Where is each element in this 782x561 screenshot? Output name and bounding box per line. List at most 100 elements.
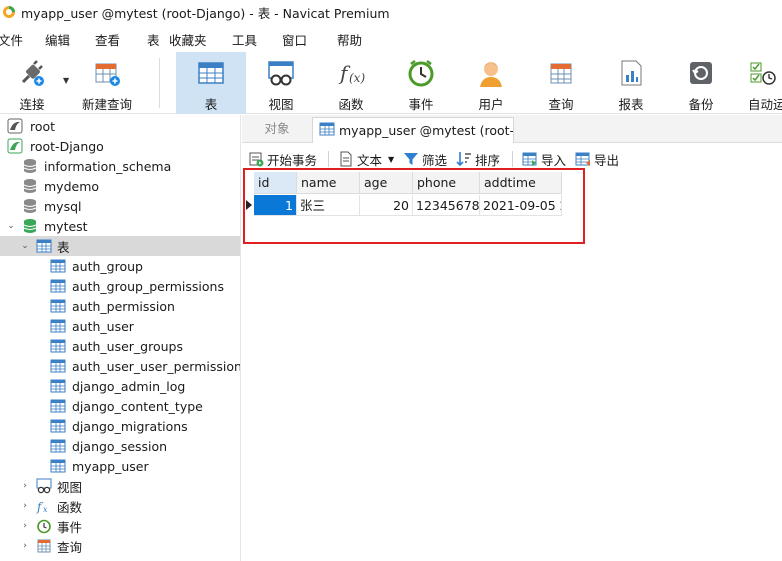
report-button[interactable]: 报表 <box>604 52 658 114</box>
connect-dropdown-arrow-icon[interactable]: ▼ <box>63 76 69 85</box>
tree-item-table[interactable]: django_migrations <box>0 416 240 436</box>
cell-phone[interactable]: 123456789 <box>413 195 480 216</box>
chevron-down-icon[interactable]: ⌄ <box>6 221 16 231</box>
connect-button[interactable]: 连接 <box>4 52 60 114</box>
tree-item-root-django[interactable]: root-Django <box>0 136 240 156</box>
tree-label: auth_group <box>72 258 143 274</box>
query-icon <box>546 58 576 88</box>
new-query-button[interactable]: 新建查询 <box>78 52 136 114</box>
backup-label: 备份 <box>688 97 714 112</box>
sort-label: 排序 <box>475 152 501 168</box>
export-label: 导出 <box>594 152 620 168</box>
table-icon <box>50 338 66 354</box>
tab-objects[interactable]: 对象 <box>242 115 312 143</box>
automation-label: 自动运 <box>748 97 782 112</box>
tree-item-table[interactable]: django_content_type <box>0 396 240 416</box>
tree-item-events-folder[interactable]: › 事件 <box>0 516 240 536</box>
menu-file[interactable]: 文件 <box>0 30 23 49</box>
automation-button[interactable]: 自动运 <box>744 52 782 114</box>
tree-item-table[interactable]: auth_user <box>0 316 240 336</box>
import-button[interactable]: 导入 <box>522 150 566 168</box>
tree-item-tables-folder[interactable]: ⌄ 表 <box>0 236 240 256</box>
query-label: 查询 <box>548 97 574 112</box>
svg-text:(x): (x) <box>349 71 365 85</box>
cell-id[interactable]: 1 <box>254 195 297 216</box>
event-button[interactable]: 事件 <box>394 52 448 114</box>
tree-label: root <box>30 118 56 134</box>
tree-item-root[interactable]: root <box>0 116 240 136</box>
current-row-indicator-icon <box>246 200 252 210</box>
query-button[interactable]: 查询 <box>534 52 588 114</box>
tree-item-database[interactable]: information_schema <box>0 156 240 176</box>
tree-label: myapp_user <box>72 458 149 474</box>
sort-button[interactable]: 排序 <box>456 150 500 168</box>
chevron-right-icon[interactable]: › <box>20 521 30 531</box>
table-icon <box>50 458 66 474</box>
column-header-name[interactable]: name <box>297 172 360 194</box>
user-button[interactable]: 用户 <box>464 52 518 114</box>
data-grid: id name age phone addtime 1 张三 20 123456… <box>242 172 782 561</box>
tree-label: auth_user_groups <box>72 338 183 354</box>
chevron-right-icon[interactable]: › <box>20 501 30 511</box>
navicat-app-icon <box>2 5 16 19</box>
data-toolbar: 开始事务 文本 ▼ 筛选 排序 导入 导出 <box>242 148 782 170</box>
column-header-id[interactable]: id <box>254 172 297 194</box>
tree-item-table[interactable]: auth_group_permissions <box>0 276 240 296</box>
table-button[interactable]: 表 <box>176 52 246 114</box>
menu-window[interactable]: 窗口 <box>282 30 307 49</box>
chevron-right-icon[interactable]: › <box>20 541 30 551</box>
tree-item-table[interactable]: auth_permission <box>0 296 240 316</box>
report-label: 报表 <box>618 97 644 112</box>
chevron-down-icon[interactable]: ⌄ <box>20 241 30 251</box>
cell-addtime[interactable]: 2021-09-05 2 <box>480 195 562 216</box>
tree-item-functions-folder[interactable]: › fx 函数 <box>0 496 240 516</box>
cell-age[interactable]: 20 <box>360 195 413 216</box>
main-toolbar: 连接 ▼ 新建查询 表 视图 f (x) 函数 事件 用户 查询 报表 备份 自… <box>0 52 782 114</box>
filter-button[interactable]: 筛选 <box>403 150 447 168</box>
column-header-addtime[interactable]: addtime <box>480 172 562 194</box>
column-header-phone[interactable]: phone <box>413 172 480 194</box>
tree-item-views-folder[interactable]: › 视图 <box>0 476 240 496</box>
export-icon <box>575 151 591 167</box>
menu-bar: 文件 编辑 查看 表 收藏夹 工具 窗口 帮助 <box>0 28 782 48</box>
tree-item-table[interactable]: django_admin_log <box>0 376 240 396</box>
table-icon <box>50 378 66 394</box>
tree-label: root-Django <box>30 138 104 154</box>
tree-item-queries-folder[interactable]: › 查询 <box>0 536 240 556</box>
tab-myapp-user[interactable]: myapp_user @mytest (root-... <box>312 117 514 143</box>
export-button[interactable]: 导出 <box>575 150 619 168</box>
view-button[interactable]: 视图 <box>254 52 308 114</box>
tree-label: information_schema <box>44 158 172 174</box>
tree-label: 函数 <box>57 499 83 515</box>
tree-item-database[interactable]: mysql <box>0 196 240 216</box>
backup-button[interactable]: 备份 <box>674 52 728 114</box>
begin-transaction-button[interactable]: 开始事务 <box>248 150 317 168</box>
tree-item-database-mytest[interactable]: ⌄ mytest <box>0 216 240 236</box>
tree-item-table[interactable]: auth_user_groups <box>0 336 240 356</box>
function-button[interactable]: f (x) 函数 <box>324 52 378 114</box>
menu-edit[interactable]: 编辑 <box>45 30 70 49</box>
text-button[interactable]: 文本 ▼ <box>338 150 394 168</box>
tree-item-database[interactable]: mydemo <box>0 176 240 196</box>
toolbar-separator <box>328 151 329 167</box>
toolbar-separator <box>512 151 513 167</box>
menu-favorites[interactable]: 收藏夹 <box>169 30 207 49</box>
menu-view[interactable]: 查看 <box>95 30 120 49</box>
chevron-right-icon[interactable]: › <box>20 481 30 491</box>
tree-label: django_content_type <box>72 398 203 414</box>
event-clock-icon <box>36 518 52 534</box>
tree-item-table[interactable]: auth_group <box>0 256 240 276</box>
tree-item-table[interactable]: django_session <box>0 436 240 456</box>
menu-tools[interactable]: 工具 <box>232 30 257 49</box>
menu-table[interactable]: 表 <box>147 30 160 49</box>
tree-item-table[interactable]: auth_user_user_permissions <box>0 356 240 376</box>
table-icon <box>50 298 66 314</box>
menu-help[interactable]: 帮助 <box>337 30 362 49</box>
cell-name[interactable]: 张三 <box>297 195 360 216</box>
column-header-age[interactable]: age <box>360 172 413 194</box>
tree-label: 事件 <box>57 519 83 535</box>
tree-item-table[interactable]: myapp_user <box>0 456 240 476</box>
mysql-connection-icon <box>7 118 23 134</box>
view-label: 视图 <box>268 97 294 112</box>
function-label: 函数 <box>338 97 364 112</box>
